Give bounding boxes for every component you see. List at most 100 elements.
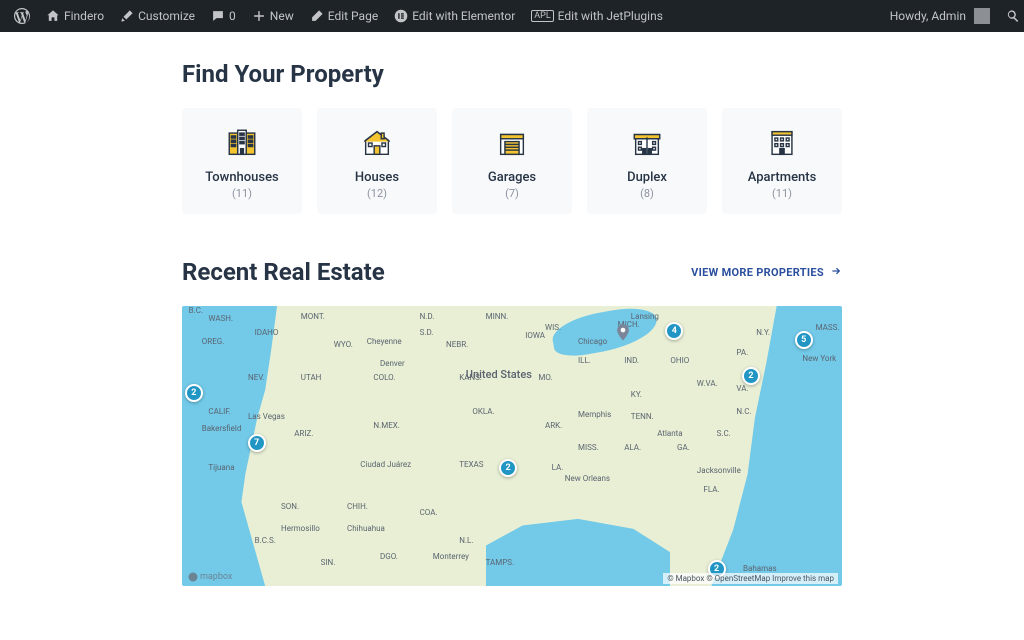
map-region-label: Bahamas bbox=[743, 564, 777, 573]
properties-map[interactable]: United States WASH.MONT.N.D.MINN.WIS.MIC… bbox=[182, 306, 842, 586]
map-region-label: PA. bbox=[736, 348, 748, 357]
category-count: (12) bbox=[325, 187, 429, 200]
map-region-label: DGO. bbox=[380, 552, 398, 561]
arrow-right-icon bbox=[830, 265, 842, 280]
site-name-label: Findero bbox=[64, 9, 104, 23]
map-region-label: TAMPS. bbox=[486, 558, 515, 567]
pencil-icon bbox=[310, 9, 324, 23]
map-region-label: ALA. bbox=[624, 443, 641, 452]
map-region-label: ARK. bbox=[545, 421, 562, 430]
new-link[interactable]: New bbox=[244, 0, 302, 32]
category-name: Apartments bbox=[730, 170, 834, 185]
map-region-label: W.VA. bbox=[697, 379, 718, 388]
adminbar-search[interactable] bbox=[998, 0, 1018, 32]
map-cluster-pin[interactable]: 7 bbox=[248, 434, 266, 452]
search-icon bbox=[1006, 9, 1020, 23]
category-list: Townhouses (11) Houses (12) Garages (7) … bbox=[182, 108, 842, 214]
map-region-label: Hermosillo bbox=[281, 524, 320, 533]
townhouse-icon bbox=[190, 126, 294, 160]
my-account-link[interactable]: Howdy, Admin bbox=[882, 0, 998, 32]
map-region-label: IOWA bbox=[525, 331, 545, 340]
category-houses[interactable]: Houses (12) bbox=[317, 108, 437, 214]
home-icon bbox=[46, 9, 60, 23]
map-region-label: B.C.S. bbox=[255, 536, 276, 545]
map-region-label: N.C. bbox=[736, 407, 751, 416]
map-region-label: TENN. bbox=[631, 412, 654, 421]
map-region-label: Lansing bbox=[631, 312, 659, 321]
category-townhouses[interactable]: Townhouses (11) bbox=[182, 108, 302, 214]
view-more-link[interactable]: VIEW MORE PROPERTIES bbox=[691, 265, 842, 280]
map-region-label: MO. bbox=[538, 373, 552, 382]
map-region-label: IND. bbox=[624, 356, 639, 365]
howdy-label: Howdy, Admin bbox=[890, 9, 966, 23]
category-name: Houses bbox=[325, 170, 429, 185]
map-region-label: WIS. bbox=[545, 323, 561, 332]
site-name-link[interactable]: Findero bbox=[38, 0, 112, 32]
category-apartments[interactable]: Apartments (11) bbox=[722, 108, 842, 214]
duplex-icon bbox=[595, 126, 699, 160]
map-region-label: Ciudad Juárez bbox=[360, 460, 411, 469]
wordpress-icon bbox=[14, 8, 30, 24]
map-cluster-pin[interactable]: 2 bbox=[499, 459, 517, 477]
adminbar-right: Howdy, Admin bbox=[882, 0, 1018, 32]
map-region-label: Atlanta bbox=[657, 429, 682, 438]
recent-header: Recent Real Estate VIEW MORE PROPERTIES bbox=[182, 258, 842, 286]
house-icon bbox=[325, 126, 429, 160]
elementor-icon bbox=[394, 9, 408, 23]
comment-icon bbox=[211, 9, 225, 23]
map-region-label: LA. bbox=[552, 463, 564, 472]
page-container: Find Your Property Townhouses (11) House… bbox=[182, 32, 842, 626]
map-region-label: MINN. bbox=[486, 312, 509, 321]
map-region-label: Monterrey bbox=[433, 552, 469, 561]
edit-elementor-link[interactable]: Edit with Elementor bbox=[386, 0, 523, 32]
map-region-label: N.L. bbox=[459, 536, 473, 545]
comments-link[interactable]: 0 bbox=[203, 0, 244, 32]
map-credits[interactable]: © Mapbox © OpenStreetMap Improve this ma… bbox=[663, 573, 838, 584]
map-region-label: VA. bbox=[736, 384, 748, 393]
map-region-label: UTAH bbox=[301, 373, 322, 382]
jetplugins-icon: APL bbox=[531, 10, 553, 22]
map-region-label: TEXAS bbox=[459, 460, 483, 469]
edit-page-link[interactable]: Edit Page bbox=[302, 0, 386, 32]
map-cluster-pin[interactable]: 2 bbox=[742, 367, 760, 385]
map-region-label: N.MEX. bbox=[373, 421, 399, 430]
wp-logo[interactable] bbox=[6, 0, 38, 32]
edit-jetplugins-label: Edit with JetPlugins bbox=[558, 9, 663, 23]
map-region-label: New Orleans bbox=[565, 474, 610, 483]
map-region-label: NEBR. bbox=[446, 340, 468, 349]
category-name: Garages bbox=[460, 170, 564, 185]
map-region-label: SIN. bbox=[321, 558, 336, 567]
edit-page-label: Edit Page bbox=[328, 9, 378, 23]
category-garages[interactable]: Garages (7) bbox=[452, 108, 572, 214]
map-region-label: Memphis bbox=[578, 410, 611, 419]
new-label: New bbox=[270, 9, 294, 23]
map-region-label: NEV. bbox=[248, 373, 265, 382]
mapbox-logo[interactable]: mapbox bbox=[188, 572, 232, 582]
wp-admin-bar: Findero Customize 0 New Edit Page Edit w… bbox=[0, 0, 1024, 32]
map-cluster-pin[interactable]: 2 bbox=[185, 384, 203, 402]
map-region-label: MISS. bbox=[578, 443, 599, 452]
map-cluster-pin[interactable]: 4 bbox=[665, 322, 683, 340]
mapbox-logo-text: mapbox bbox=[200, 572, 232, 582]
map-region-label: Tijuana bbox=[208, 463, 234, 472]
map-region-label: KANS. bbox=[459, 373, 482, 382]
map-marker[interactable] bbox=[616, 324, 630, 342]
map-region-label: CHIH. bbox=[347, 502, 368, 511]
map-region-label: N.Y. bbox=[756, 328, 770, 337]
map-region-label: GA. bbox=[677, 443, 690, 452]
map-region-label: Denver bbox=[380, 359, 405, 368]
map-cluster-pin[interactable]: 5 bbox=[795, 331, 813, 349]
map-region-label: MONT. bbox=[301, 312, 325, 321]
category-duplex[interactable]: Duplex (8) bbox=[587, 108, 707, 214]
map-region-label: ARIZ. bbox=[294, 429, 313, 438]
map-region-label: MASS. bbox=[816, 323, 840, 332]
adminbar-left: Findero Customize 0 New Edit Page Edit w… bbox=[6, 0, 671, 32]
category-name: Duplex bbox=[595, 170, 699, 185]
edit-jetplugins-link[interactable]: APL Edit with JetPlugins bbox=[523, 0, 671, 32]
map-region-label: SON. bbox=[281, 502, 299, 511]
map-region-label: FLA. bbox=[703, 485, 719, 494]
customize-link[interactable]: Customize bbox=[112, 0, 203, 32]
garage-icon bbox=[460, 126, 564, 160]
map-region-label: Las Vegas bbox=[248, 412, 285, 421]
map-region-label: CALIF. bbox=[208, 407, 231, 416]
